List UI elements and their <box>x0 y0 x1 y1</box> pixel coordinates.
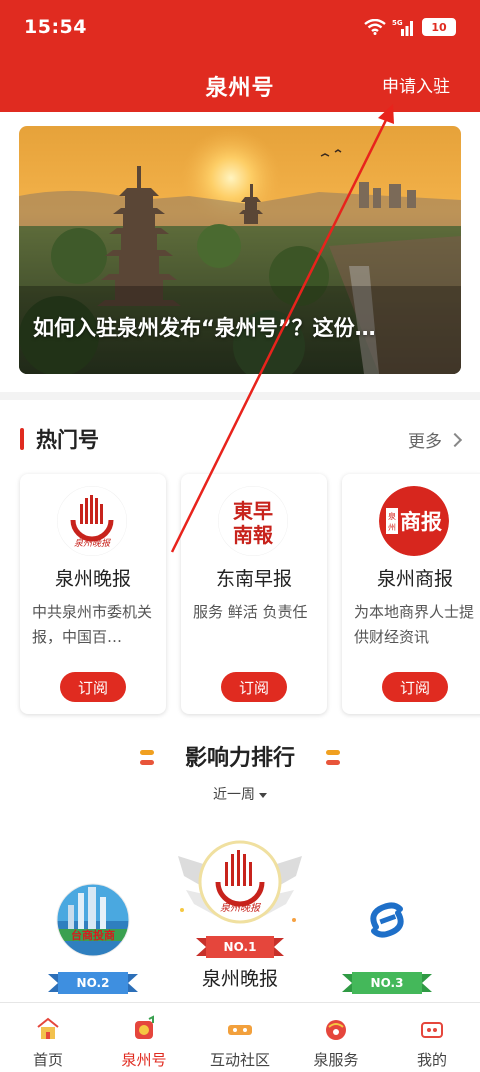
nav-profile-label: 我的 <box>416 1051 447 1069</box>
rank1-logo-badge[interactable]: 泉州晚报 <box>176 832 304 942</box>
rank1-label: NO.1 <box>223 940 257 954</box>
account-logo: 東早 南報 <box>218 486 288 556</box>
status-icons: 5G 10 <box>364 18 456 36</box>
account-card[interactable]: 東早 南報 东南早报 服务 鲜活 负责任 订阅 <box>181 474 327 714</box>
chevron-right-icon <box>447 432 463 447</box>
nav-home[interactable]: 首页 <box>0 1003 96 1072</box>
account-logo: 泉州晚报 <box>57 486 127 556</box>
rank2-logo[interactable]: 台商投商 <box>56 883 130 957</box>
nav-quanzhouhao-label: 泉州号 <box>121 1051 167 1069</box>
home-icon <box>37 1017 59 1039</box>
rank3-label: NO.3 <box>370 976 404 990</box>
nav-service[interactable]: 泉服务 <box>288 1003 384 1072</box>
svg-text:泉: 泉 <box>388 511 396 521</box>
account-logo: 泉 州 商报 <box>379 486 449 556</box>
nav-home-label: 首页 <box>32 1051 63 1069</box>
service-icon <box>326 1020 346 1040</box>
signal-icon: 5G <box>392 19 413 36</box>
subscribe-button[interactable]: 订阅 <box>60 672 126 702</box>
nav-community[interactable]: 互动社区 <box>192 1003 288 1072</box>
nav-profile[interactable]: 我的 <box>384 1003 480 1072</box>
svg-text:州: 州 <box>388 523 396 532</box>
account-name: 泉州晚报 <box>54 568 131 590</box>
battery-indicator: 10 <box>422 18 456 36</box>
banner-card[interactable]: 如何入驻泉州发布“泉州号”？这份… <box>19 126 461 374</box>
account-description: 中共泉州市委机关报，中国百… <box>32 603 153 646</box>
rank2-ribbon: NO.2 <box>48 970 138 996</box>
banner-title: 如何入驻泉州发布“泉州号”？这份… <box>33 316 376 340</box>
ranking-title: 影响力排行 <box>184 746 295 771</box>
status-bar: 15:54 5G 10 <box>0 0 480 56</box>
account-description: 服务 鲜活 负责任 <box>193 603 308 621</box>
more-link[interactable]: 更多 <box>408 427 463 452</box>
svg-text:泉州晚报: 泉州晚报 <box>74 538 111 549</box>
community-icon <box>228 1025 252 1035</box>
rank3-logo[interactable] <box>350 883 424 957</box>
rank1-ribbon: NO.1 <box>196 934 284 960</box>
quanzhou-business-logo: 泉 州 商报 <box>379 486 449 556</box>
quanzhouhao-icon <box>135 1015 154 1039</box>
section-accent-bar <box>20 428 24 450</box>
svg-text:泉州晚报: 泉州晚报 <box>220 902 261 914</box>
quanzhou-evening-logo: 泉州晚报 <box>57 486 127 556</box>
subscribe-button[interactable]: 订阅 <box>382 672 448 702</box>
rank3-ribbon: NO.3 <box>342 970 432 996</box>
period-label: 近一周 <box>213 787 255 803</box>
account-name: 泉州商报 <box>376 568 453 590</box>
dongnan-morning-logo: 東早 南報 <box>218 486 288 556</box>
apply-join-button[interactable]: 申请入驻 <box>382 72 450 97</box>
account-card[interactable]: 泉州晚报 泉州晚报 中共泉州市委机关报，中国百… 订阅 <box>20 474 166 714</box>
header-bar: 15:54 5G 10 泉州号 申请入驻 <box>0 0 480 112</box>
svg-text:南報: 南報 <box>233 523 274 547</box>
subscribe-button[interactable]: 订阅 <box>221 672 287 702</box>
account-card[interactable]: 泉 州 商报 泉州商报 为本地商界人士提供财经资讯 订阅 <box>342 474 480 714</box>
svg-text:台商投商: 台商投商 <box>71 928 115 942</box>
hot-section-title: 热门号 <box>36 428 99 452</box>
section-divider <box>0 392 480 400</box>
status-time: 15:54 <box>24 16 87 38</box>
wifi-icon <box>364 19 386 35</box>
nav-service-label: 泉服务 <box>313 1051 359 1069</box>
account-name: 东南早报 <box>215 568 292 590</box>
app-screen: 15:54 5G 10 泉州号 申请入驻 如何入驻泉州发布“泉州号”？这份… 热… <box>0 0 480 1072</box>
rank2-label: NO.2 <box>76 976 110 990</box>
nav-quanzhouhao[interactable]: 泉州号 <box>96 1003 192 1072</box>
caret-down-icon <box>259 792 267 798</box>
svg-text:東早: 東早 <box>233 499 273 523</box>
period-selector[interactable]: 近一周 <box>0 784 480 804</box>
network-type: 5G <box>392 19 403 27</box>
account-description: 为本地商界人士提供财经资讯 <box>354 603 475 646</box>
profile-icon <box>421 1022 443 1038</box>
bottom-navigation: 首页 泉州号 互动社区 泉服务 我的 <box>0 1002 480 1072</box>
nav-community-label: 互动社区 <box>209 1051 270 1069</box>
svg-text:商报: 商报 <box>400 510 442 534</box>
more-label: 更多 <box>408 432 442 452</box>
